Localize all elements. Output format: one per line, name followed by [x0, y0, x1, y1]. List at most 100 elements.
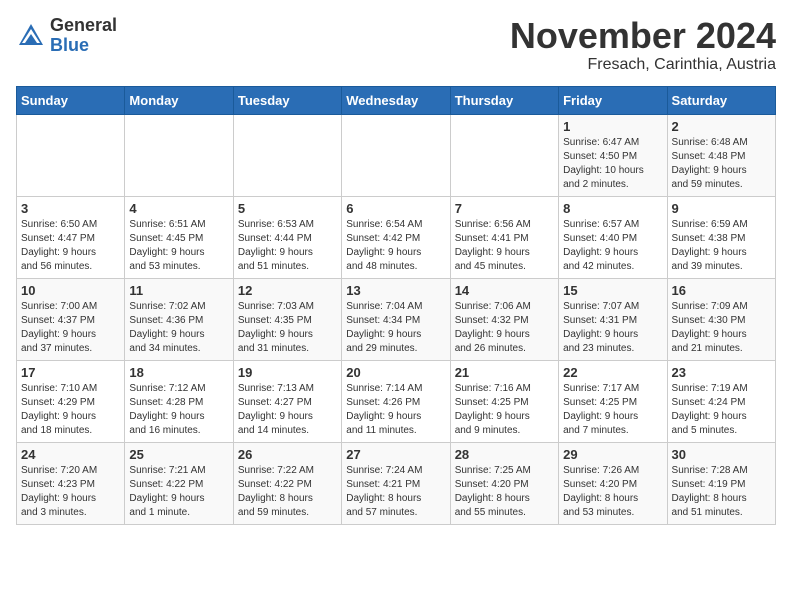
day-number: 19 [238, 365, 337, 380]
week-row-4: 17Sunrise: 7:10 AM Sunset: 4:29 PM Dayli… [17, 360, 776, 442]
day-number: 25 [129, 447, 228, 462]
day-info: Sunrise: 7:28 AM Sunset: 4:19 PM Dayligh… [672, 464, 771, 520]
day-cell: 2 Sunrise: 6:48 AM Sunset: 4:48 PM Daylig… [667, 114, 775, 196]
day-number: 8 [563, 201, 662, 216]
day-number: 17 [21, 365, 120, 380]
day-number: 9 [672, 201, 771, 216]
day-number: 14 [455, 283, 554, 298]
day-cell: 19Sunrise: 7:13 AM Sunset: 4:27 PM Dayli… [233, 360, 341, 442]
header-row: SundayMondayTuesdayWednesdayThursdayFrid… [17, 86, 776, 114]
day-info: Sunrise: 7:21 AM Sunset: 4:22 PM Dayligh… [129, 464, 228, 520]
day-number: 30 [672, 447, 771, 462]
day-cell [17, 114, 125, 196]
header-cell-saturday: Saturday [667, 86, 775, 114]
day-number: 18 [129, 365, 228, 380]
day-number: 6 [346, 201, 445, 216]
day-number: 22 [563, 365, 662, 380]
location: Fresach, Carinthia, Austria [510, 56, 776, 74]
day-info: Sunrise: 6:47 AM Sunset: 4:50 PM Dayligh… [563, 136, 662, 192]
day-number: 16 [672, 283, 771, 298]
day-info: Sunrise: 6:51 AM Sunset: 4:45 PM Dayligh… [129, 218, 228, 274]
day-cell: 10 Sunrise: 7:00 AM Sunset: 4:37 PM Dayli… [17, 278, 125, 360]
day-cell [342, 114, 450, 196]
month-title: November 2024 [510, 16, 776, 56]
day-cell: 1 Sunrise: 6:47 AM Sunset: 4:50 PM Daylig… [559, 114, 667, 196]
day-info: Sunrise: 7:07 AM Sunset: 4:31 PM Dayligh… [563, 300, 662, 356]
day-number: 26 [238, 447, 337, 462]
day-cell: 14 Sunrise: 7:06 AM Sunset: 4:32 PM Dayli… [450, 278, 558, 360]
day-cell [450, 114, 558, 196]
day-number: 20 [346, 365, 445, 380]
day-number: 21 [455, 365, 554, 380]
day-number: 4 [129, 201, 228, 216]
header-cell-friday: Friday [559, 86, 667, 114]
header-cell-thursday: Thursday [450, 86, 558, 114]
header-cell-wednesday: Wednesday [342, 86, 450, 114]
day-cell: 3 Sunrise: 6:50 AM Sunset: 4:47 PM Daylig… [17, 196, 125, 278]
day-info: Sunrise: 7:12 AM Sunset: 4:28 PM Dayligh… [129, 382, 228, 438]
day-cell: 6 Sunrise: 6:54 AM Sunset: 4:42 PM Daylig… [342, 196, 450, 278]
day-number: 13 [346, 283, 445, 298]
day-number: 2 [672, 119, 771, 134]
day-cell: 5Sunrise: 6:53 AM Sunset: 4:44 PM Daylig… [233, 196, 341, 278]
day-cell: 23 Sunrise: 7:19 AM Sunset: 4:24 PM Dayli… [667, 360, 775, 442]
day-cell: 27 Sunrise: 7:24 AM Sunset: 4:21 PM Dayli… [342, 442, 450, 524]
day-cell [125, 114, 233, 196]
day-info: Sunrise: 7:22 AM Sunset: 4:22 PM Dayligh… [238, 464, 337, 520]
day-cell: 26 Sunrise: 7:22 AM Sunset: 4:22 PM Dayli… [233, 442, 341, 524]
day-cell: 4 Sunrise: 6:51 AM Sunset: 4:45 PM Daylig… [125, 196, 233, 278]
page-header: General Blue November 2024 Fresach, Cari… [16, 16, 776, 74]
day-info: Sunrise: 7:24 AM Sunset: 4:21 PM Dayligh… [346, 464, 445, 520]
day-cell: 12 Sunrise: 7:03 AM Sunset: 4:35 PM Dayli… [233, 278, 341, 360]
day-cell: 28Sunrise: 7:25 AM Sunset: 4:20 PM Dayli… [450, 442, 558, 524]
day-info: Sunrise: 7:04 AM Sunset: 4:34 PM Dayligh… [346, 300, 445, 356]
logo-blue: Blue [50, 36, 117, 56]
day-info: Sunrise: 7:14 AM Sunset: 4:26 PM Dayligh… [346, 382, 445, 438]
day-info: Sunrise: 7:00 AM Sunset: 4:37 PM Dayligh… [21, 300, 120, 356]
day-info: Sunrise: 7:03 AM Sunset: 4:35 PM Dayligh… [238, 300, 337, 356]
day-cell: 22 Sunrise: 7:17 AM Sunset: 4:25 PM Dayli… [559, 360, 667, 442]
day-cell: 7Sunrise: 6:56 AM Sunset: 4:41 PM Daylig… [450, 196, 558, 278]
day-cell: 20 Sunrise: 7:14 AM Sunset: 4:26 PM Dayli… [342, 360, 450, 442]
day-cell [233, 114, 341, 196]
day-cell: 30 Sunrise: 7:28 AM Sunset: 4:19 PM Dayli… [667, 442, 775, 524]
day-cell: 18 Sunrise: 7:12 AM Sunset: 4:28 PM Dayli… [125, 360, 233, 442]
day-number: 1 [563, 119, 662, 134]
week-row-5: 24Sunrise: 7:20 AM Sunset: 4:23 PM Dayli… [17, 442, 776, 524]
day-info: Sunrise: 7:17 AM Sunset: 4:25 PM Dayligh… [563, 382, 662, 438]
day-info: Sunrise: 6:53 AM Sunset: 4:44 PM Dayligh… [238, 218, 337, 274]
day-cell: 24Sunrise: 7:20 AM Sunset: 4:23 PM Dayli… [17, 442, 125, 524]
logo: General Blue [16, 16, 117, 56]
day-number: 10 [21, 283, 120, 298]
day-info: Sunrise: 7:20 AM Sunset: 4:23 PM Dayligh… [21, 464, 120, 520]
day-info: Sunrise: 6:54 AM Sunset: 4:42 PM Dayligh… [346, 218, 445, 274]
calendar-body: 1 Sunrise: 6:47 AM Sunset: 4:50 PM Daylig… [17, 114, 776, 524]
day-number: 15 [563, 283, 662, 298]
header-cell-sunday: Sunday [17, 86, 125, 114]
day-number: 11 [129, 283, 228, 298]
day-info: Sunrise: 6:56 AM Sunset: 4:41 PM Dayligh… [455, 218, 554, 274]
day-number: 27 [346, 447, 445, 462]
day-info: Sunrise: 7:19 AM Sunset: 4:24 PM Dayligh… [672, 382, 771, 438]
day-number: 28 [455, 447, 554, 462]
day-info: Sunrise: 6:48 AM Sunset: 4:48 PM Dayligh… [672, 136, 771, 192]
day-info: Sunrise: 6:50 AM Sunset: 4:47 PM Dayligh… [21, 218, 120, 274]
day-number: 3 [21, 201, 120, 216]
calendar-table: SundayMondayTuesdayWednesdayThursdayFrid… [16, 86, 776, 525]
header-cell-tuesday: Tuesday [233, 86, 341, 114]
day-number: 12 [238, 283, 337, 298]
day-info: Sunrise: 7:26 AM Sunset: 4:20 PM Dayligh… [563, 464, 662, 520]
day-number: 29 [563, 447, 662, 462]
day-cell: 13 Sunrise: 7:04 AM Sunset: 4:34 PM Dayli… [342, 278, 450, 360]
day-info: Sunrise: 7:06 AM Sunset: 4:32 PM Dayligh… [455, 300, 554, 356]
day-number: 23 [672, 365, 771, 380]
logo-icon [16, 21, 46, 51]
week-row-2: 3 Sunrise: 6:50 AM Sunset: 4:47 PM Daylig… [17, 196, 776, 278]
week-row-3: 10 Sunrise: 7:00 AM Sunset: 4:37 PM Dayli… [17, 278, 776, 360]
day-cell: 17Sunrise: 7:10 AM Sunset: 4:29 PM Dayli… [17, 360, 125, 442]
title-section: November 2024 Fresach, Carinthia, Austri… [510, 16, 776, 74]
day-cell: 25 Sunrise: 7:21 AM Sunset: 4:22 PM Dayli… [125, 442, 233, 524]
day-info: Sunrise: 6:59 AM Sunset: 4:38 PM Dayligh… [672, 218, 771, 274]
day-cell: 16 Sunrise: 7:09 AM Sunset: 4:30 PM Dayli… [667, 278, 775, 360]
day-info: Sunrise: 7:09 AM Sunset: 4:30 PM Dayligh… [672, 300, 771, 356]
